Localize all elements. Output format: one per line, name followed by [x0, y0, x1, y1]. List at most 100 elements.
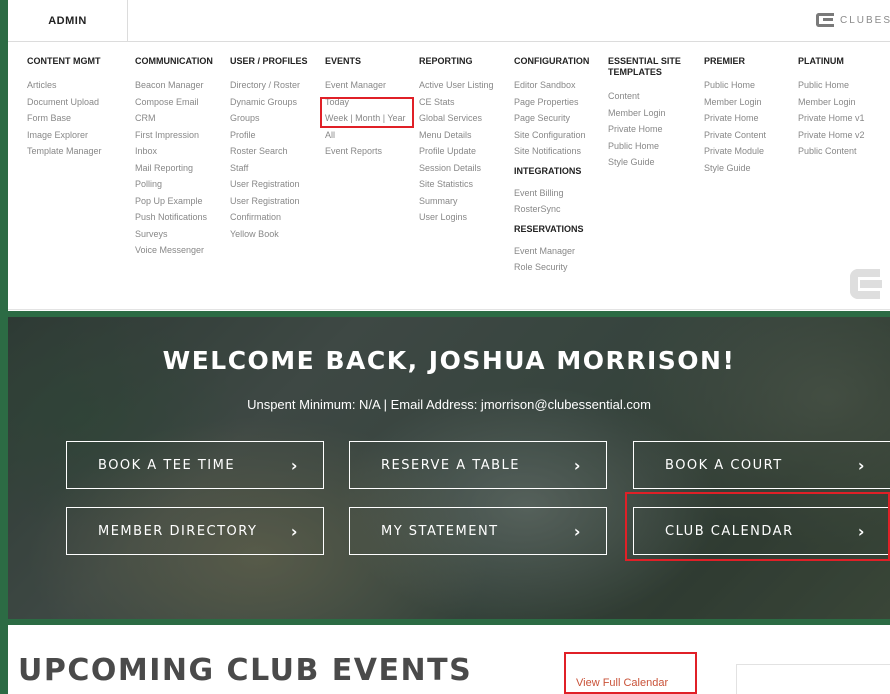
menu-link[interactable]: Site Notifications	[514, 143, 589, 160]
member-directory-button[interactable]: MEMBER DIRECTORY ›	[66, 507, 324, 555]
menu-link[interactable]: Confirmation	[230, 209, 308, 226]
menu-link[interactable]: Private Home v2	[798, 127, 865, 144]
menu-link[interactable]: Private Content	[704, 127, 766, 144]
menu-heading: PREMIER	[704, 56, 746, 66]
menu-link[interactable]: Form Base	[27, 110, 102, 127]
menu-link[interactable]: Style Guide	[608, 154, 688, 171]
menu-link[interactable]: All	[325, 127, 406, 144]
button-label: MEMBER DIRECTORY	[98, 523, 258, 539]
menu-link[interactable]: Profile	[230, 127, 308, 144]
menu-link[interactable]: Global Services	[419, 110, 494, 127]
menu-column-content: CONTENT MGMT Articles Document Upload Form …	[27, 56, 102, 160]
menu-link[interactable]: Dynamic Groups	[230, 94, 308, 111]
upcoming-events-heading: UPCOMING CLUB EVENTS	[18, 653, 473, 688]
menu-link[interactable]: Member Login	[704, 94, 766, 111]
chevron-right-icon: ›	[573, 456, 582, 475]
menu-link[interactable]: Public Content	[798, 143, 865, 160]
menu-link[interactable]: Public Home	[798, 77, 865, 94]
menu-link[interactable]: Voice Messenger	[135, 242, 213, 259]
menu-column-essential: ESSENTIAL SITE TEMPLATES Content Member Lo…	[608, 56, 688, 171]
menu-link[interactable]: Roster Search	[230, 143, 308, 160]
menu-link[interactable]: Private Home	[704, 110, 766, 127]
menu-link[interactable]: Event Billing	[514, 185, 589, 202]
menu-link[interactable]: Public Home	[608, 138, 688, 155]
event-filter-box[interactable]	[736, 664, 890, 694]
menu-column-user: USER / PROFILES Directory / Roster Dynamic…	[230, 56, 308, 242]
my-statement-button[interactable]: MY STATEMENT ›	[349, 507, 607, 555]
menu-link[interactable]: Style Guide	[704, 160, 766, 177]
menu-link[interactable]: Menu Details	[419, 127, 494, 144]
highlight-box-week-month-year	[320, 97, 414, 128]
page-frame: ADMIN CLUBESSE CONTENT MGMT ArticlesDocum…	[0, 0, 890, 694]
menu-link[interactable]: Page Security	[514, 110, 589, 127]
menu-link[interactable]: Public Home	[704, 77, 766, 94]
menu-column-reporting: REPORTING Active User Listing CE Stats Glob…	[419, 56, 494, 226]
menu-heading: COMMUNICATION	[135, 56, 213, 66]
menu-subsection: RESERVATIONS Event Manager Role Security	[514, 224, 589, 276]
view-full-calendar-link[interactable]: View Full Calendar	[576, 677, 668, 689]
menu-link[interactable]: Surveys	[135, 226, 213, 243]
menu-link[interactable]: Articles	[27, 77, 102, 94]
menu-heading: CONFIGURATION	[514, 56, 590, 66]
menu-link[interactable]: User Registration	[230, 193, 308, 210]
menu-heading: EVENTS	[325, 56, 362, 66]
menu-link[interactable]: CRM	[135, 110, 213, 127]
menu-link[interactable]: Site Statistics	[419, 176, 494, 193]
menu-link[interactable]: Yellow Book	[230, 226, 308, 243]
menu-link[interactable]: Content	[608, 88, 688, 105]
button-label: MY STATEMENT	[381, 523, 499, 539]
book-court-button[interactable]: BOOK A COURT ›	[633, 441, 890, 489]
menu-link[interactable]: User Logins	[419, 209, 494, 226]
menu-link[interactable]: Mail Reporting	[135, 160, 213, 177]
menu-link[interactable]: Beacon Manager	[135, 77, 213, 94]
admin-tab[interactable]: ADMIN	[8, 0, 128, 42]
admin-mega-menu: CONTENT MGMT Articles Document Upload Form …	[8, 43, 890, 310]
highlight-box-club-calendar	[625, 492, 890, 561]
menu-link[interactable]: Role Security	[514, 259, 589, 276]
menu-column-configuration: CONFIGURATION Editor Sandbox Page Properti…	[514, 56, 589, 276]
menu-link[interactable]: Private Home v1	[798, 110, 865, 127]
menu-column-premier: PREMIER Public Home Member Login Private Ho…	[704, 56, 766, 176]
menu-subsection: INTEGRATIONS Event Billing RosterSync	[514, 166, 589, 218]
menu-link[interactable]: Private Module	[704, 143, 766, 160]
chevron-right-icon: ›	[290, 522, 299, 541]
menu-link[interactable]: Polling	[135, 176, 213, 193]
menu-subheading: INTEGRATIONS	[514, 165, 582, 176]
menu-link[interactable]: Event Manager	[325, 77, 406, 94]
menu-link[interactable]: Event Reports	[325, 143, 406, 160]
button-label: RESERVE A TABLE	[381, 457, 520, 473]
menu-link[interactable]: Page Properties	[514, 94, 589, 111]
menu-heading: USER / PROFILES	[230, 56, 308, 66]
menu-link[interactable]: Summary	[419, 193, 494, 210]
menu-link[interactable]: Compose Email	[135, 94, 213, 111]
menu-heading: CONTENT MGMT	[27, 56, 101, 66]
book-tee-time-button[interactable]: BOOK A TEE TIME ›	[66, 441, 324, 489]
menu-link[interactable]: Site Configuration	[514, 127, 589, 144]
menu-link[interactable]: RosterSync	[514, 201, 589, 218]
reserve-table-button[interactable]: RESERVE A TABLE ›	[349, 441, 607, 489]
menu-link[interactable]: Pop Up Example	[135, 193, 213, 210]
menu-link[interactable]: Groups	[230, 110, 308, 127]
menu-link[interactable]: Directory / Roster	[230, 77, 308, 94]
menu-link[interactable]: CE Stats	[419, 94, 494, 111]
menu-column-platinum: PLATINUM Public Home Member Login Private H…	[798, 56, 865, 160]
welcome-heading: WELCOME BACK, JOSHUA MORRISON!	[162, 346, 736, 375]
menu-link[interactable]: Editor Sandbox	[514, 77, 589, 94]
menu-link[interactable]: Active User Listing	[419, 77, 494, 94]
menu-link[interactable]: User Registration	[230, 176, 308, 193]
menu-link[interactable]: Private Home	[608, 121, 688, 138]
menu-link[interactable]: Template Manager	[27, 143, 102, 160]
menu-link[interactable]: Staff	[230, 160, 308, 177]
menu-link[interactable]: First Impression	[135, 127, 213, 144]
menu-link[interactable]: Inbox	[135, 143, 213, 160]
menu-link[interactable]: Document Upload	[27, 94, 102, 111]
menu-link[interactable]: Profile Update	[419, 143, 494, 160]
menu-link[interactable]: Session Details	[419, 160, 494, 177]
menu-heading: REPORTING	[419, 56, 473, 66]
menu-link[interactable]: Member Login	[608, 105, 688, 122]
menu-link[interactable]: Push Notifications	[135, 209, 213, 226]
menu-link[interactable]: Member Login	[798, 94, 865, 111]
menu-link[interactable]: Image Explorer	[27, 127, 102, 144]
menu-link[interactable]: Event Manager	[514, 243, 589, 260]
menu-subheading: RESERVATIONS	[514, 223, 584, 234]
